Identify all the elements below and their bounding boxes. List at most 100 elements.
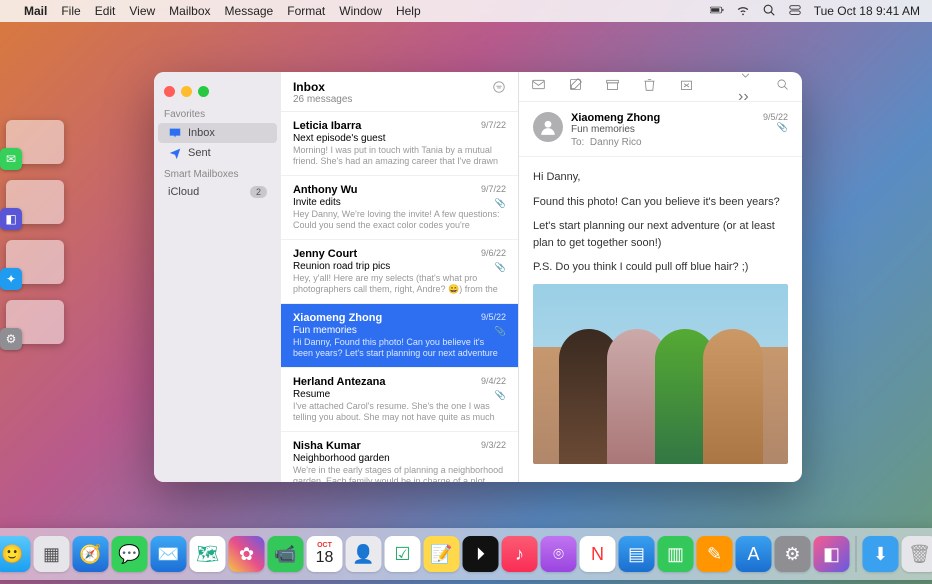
dock-appstore[interactable]: A xyxy=(736,536,772,572)
msg-date: 9/5/22 xyxy=(481,312,506,322)
message-body[interactable]: Hi Danny, Found this photo! Can you beli… xyxy=(519,157,802,476)
menu-window[interactable]: Window xyxy=(339,4,382,18)
msg-date: 9/7/22 xyxy=(481,120,506,130)
trash-icon[interactable] xyxy=(642,77,657,97)
dock-maps[interactable]: 🗺 xyxy=(190,536,226,572)
dock-tv[interactable]: ⏵ xyxy=(463,536,499,572)
shortcuts-icon: ◧ xyxy=(0,208,22,230)
msg-preview: I've attached Carol's resume. She's the … xyxy=(293,401,506,423)
sidebar-favorites-header: Favorites xyxy=(154,103,281,123)
avatar xyxy=(533,112,563,142)
viewer-to: Danny Rico xyxy=(590,137,642,148)
message-row[interactable]: Xiaomeng Zhong9/5/22📎Fun memoriesHi Dann… xyxy=(281,304,518,368)
viewer-date: 9/5/22 xyxy=(763,112,788,122)
icloud-badge: 2 xyxy=(250,186,267,198)
message-row[interactable]: Herland Antezana9/4/22📎ResumeI've attach… xyxy=(281,368,518,432)
viewer-toolbar: ›› xyxy=(519,72,802,102)
message-row[interactable]: Anthony Wu9/7/22📎Invite editsHey Danny, … xyxy=(281,176,518,240)
dock-contacts[interactable]: 👤 xyxy=(346,536,382,572)
menu-file[interactable]: File xyxy=(61,4,80,18)
dock-podcasts[interactable]: ⌾ xyxy=(541,536,577,572)
safari-icon: ✦ xyxy=(0,268,22,290)
app-name[interactable]: Mail xyxy=(24,4,47,18)
stage-thumb-shortcuts[interactable]: ◧ xyxy=(6,180,64,224)
sidebar-item-icloud[interactable]: iCloud 2 xyxy=(158,183,277,201)
dock-keynote[interactable]: ▤ xyxy=(619,536,655,572)
zoom-button[interactable] xyxy=(198,86,209,97)
attachment-icon: 📎 xyxy=(495,326,506,337)
message-row[interactable]: Nisha Kumar9/3/22Neighborhood gardenWe'r… xyxy=(281,432,518,482)
dock-mail[interactable]: ✉️ xyxy=(151,536,187,572)
msg-from: Xiaomeng Zhong xyxy=(293,312,506,324)
msg-subject: Fun memories xyxy=(293,325,506,336)
reply-icon[interactable] xyxy=(531,77,546,97)
dock-reminders[interactable]: ☑ xyxy=(385,536,421,572)
menu-help[interactable]: Help xyxy=(396,4,421,18)
dock-numbers[interactable]: ▥ xyxy=(658,536,694,572)
stage-thumb-messages[interactable]: ✉ xyxy=(6,120,64,164)
dock-pages[interactable]: ✎ xyxy=(697,536,733,572)
msg-from: Jenny Court xyxy=(293,248,506,260)
msg-subject: Resume xyxy=(293,389,506,400)
menu-mailbox[interactable]: Mailbox xyxy=(169,4,210,18)
filter-icon[interactable] xyxy=(492,80,506,99)
more-icon[interactable]: ›› xyxy=(738,72,753,106)
settings-icon: ⚙ xyxy=(0,328,22,350)
mail-sidebar: Favorites Inbox Sent Smart Mailboxes iCl… xyxy=(154,72,281,482)
dock-facetime[interactable]: 📹 xyxy=(268,536,304,572)
body-line: Found this photo! Can you believe it's b… xyxy=(533,194,788,211)
dock-calendar[interactable]: OCT18 xyxy=(307,536,343,572)
dock-finder[interactable]: 🙂 xyxy=(0,536,31,572)
dock-trash[interactable]: 🗑 xyxy=(902,536,932,572)
message-row[interactable]: Leticia Ibarra9/7/22Next episode's guest… xyxy=(281,112,518,176)
dock-downloads[interactable]: ⬇ xyxy=(863,536,899,572)
message-list[interactable]: Leticia Ibarra9/7/22Next episode's guest… xyxy=(281,112,518,482)
message-header: Xiaomeng Zhong Fun memories To: Danny Ri… xyxy=(519,102,802,157)
search-icon[interactable] xyxy=(775,77,790,97)
wifi-icon[interactable] xyxy=(736,3,750,20)
sidebar-smart-header: Smart Mailboxes xyxy=(154,163,281,183)
minimize-button[interactable] xyxy=(181,86,192,97)
message-viewer: ›› Xiaomeng Zhong Fun memories To: Danny… xyxy=(519,72,802,482)
dock: 🙂 ▦ 🧭 💬 ✉️ 🗺 ✿ 📹 OCT18 👤 ☑ 📝 ⏵ ♪ ⌾ N ▤ ▥… xyxy=(0,528,932,580)
battery-icon[interactable] xyxy=(710,3,724,20)
stage-manager-strip: ✉ ◧ ✦ ⚙ xyxy=(6,120,76,344)
list-header: Inbox 26 messages xyxy=(281,72,518,112)
close-button[interactable] xyxy=(164,86,175,97)
dock-safari[interactable]: 🧭 xyxy=(73,536,109,572)
sidebar-item-label: iCloud xyxy=(168,186,199,198)
window-controls xyxy=(154,80,281,103)
messages-icon: ✉ xyxy=(0,148,22,170)
dock-shortcuts[interactable]: ◧ xyxy=(814,536,850,572)
dock-photos[interactable]: ✿ xyxy=(229,536,265,572)
spotlight-icon[interactable] xyxy=(762,3,776,20)
stage-thumb-safari[interactable]: ✦ xyxy=(6,240,64,284)
dock-settings[interactable]: ⚙ xyxy=(775,536,811,572)
dock-news[interactable]: N xyxy=(580,536,616,572)
msg-preview: Hey, y'all! Here are my selects (that's … xyxy=(293,273,506,295)
viewer-from: Xiaomeng Zhong xyxy=(571,112,755,124)
menu-view[interactable]: View xyxy=(129,4,155,18)
body-line: Hi Danny, xyxy=(533,169,788,186)
stage-thumb-settings[interactable]: ⚙ xyxy=(6,300,64,344)
attached-photo[interactable] xyxy=(533,284,788,464)
msg-from: Herland Antezana xyxy=(293,376,506,388)
archive-icon[interactable] xyxy=(605,77,620,97)
dock-music[interactable]: ♪ xyxy=(502,536,538,572)
compose-icon[interactable] xyxy=(568,77,583,97)
menu-format[interactable]: Format xyxy=(287,4,325,18)
control-center-icon[interactable] xyxy=(788,3,802,20)
dock-launchpad[interactable]: ▦ xyxy=(34,536,70,572)
inbox-icon xyxy=(168,126,182,140)
sidebar-item-sent[interactable]: Sent xyxy=(158,143,277,163)
dock-notes[interactable]: 📝 xyxy=(424,536,460,572)
sidebar-item-label: Inbox xyxy=(188,127,215,139)
message-row[interactable]: Jenny Court9/6/22📎Reunion road trip pics… xyxy=(281,240,518,304)
junk-icon[interactable] xyxy=(679,77,694,97)
attachment-icon: 📎 xyxy=(495,262,506,273)
dock-messages[interactable]: 💬 xyxy=(112,536,148,572)
menu-message[interactable]: Message xyxy=(225,4,274,18)
menu-edit[interactable]: Edit xyxy=(95,4,116,18)
sidebar-item-inbox[interactable]: Inbox xyxy=(158,123,277,143)
menubar-datetime[interactable]: Tue Oct 18 9:41 AM xyxy=(814,4,920,18)
